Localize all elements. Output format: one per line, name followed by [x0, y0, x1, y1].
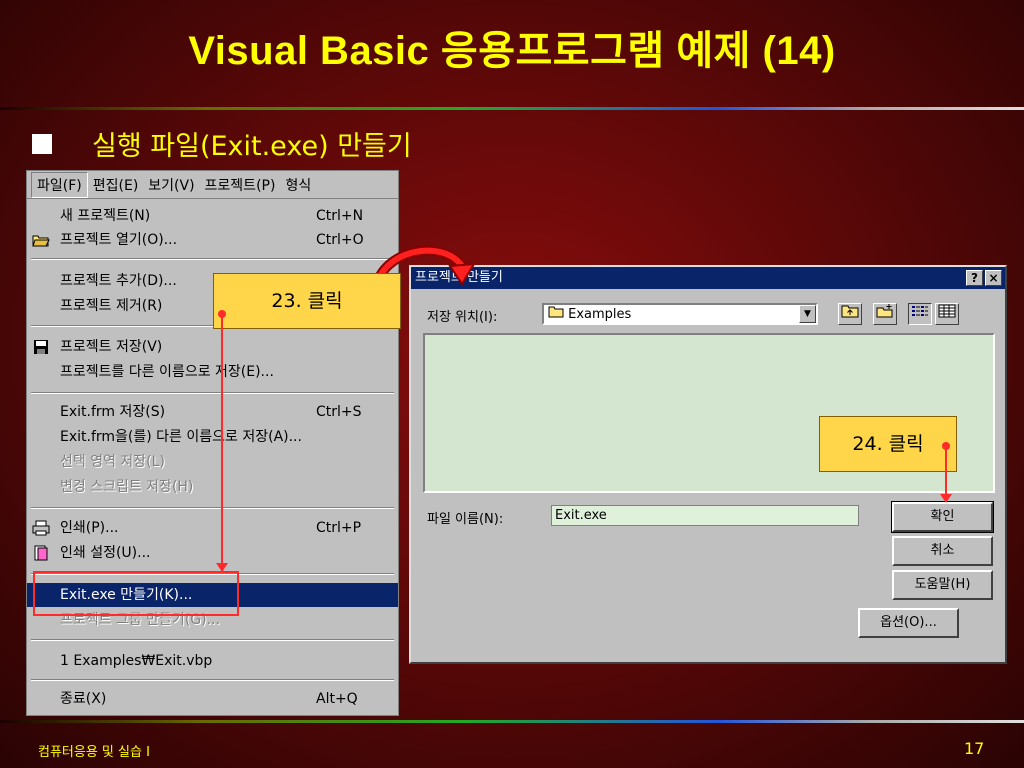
- menu-separator: [31, 258, 394, 260]
- list-view-button[interactable]: [908, 303, 932, 325]
- red-dot-24: [942, 442, 950, 450]
- ok-button[interactable]: 확인: [891, 501, 994, 533]
- details-view-icon: [938, 304, 956, 318]
- bottom-rule: [0, 720, 1024, 723]
- chevron-down-icon[interactable]: ▼: [799, 305, 816, 323]
- menu-item-label: 선택 영역 저장(L): [60, 454, 165, 470]
- menu-item-label: 종료(X): [60, 691, 107, 707]
- menu-item-label: Exit.frm 저장(S): [60, 404, 166, 420]
- slide-title: Visual Basic 응용프로그램 예제 (14): [188, 29, 836, 73]
- save-in-combo[interactable]: Examples ▼: [542, 303, 818, 325]
- red-dot-23: [218, 310, 226, 318]
- menu-item-print-setup[interactable]: 인쇄 설정(U)...: [27, 542, 398, 564]
- menu-item-label: 인쇄(P)...: [60, 520, 119, 536]
- menu-item-shortcut: Ctrl+N: [316, 208, 364, 224]
- menubar-edit[interactable]: 편집(E): [88, 173, 144, 197]
- up-folder-icon: [841, 305, 859, 318]
- red-connector-24: [945, 446, 947, 498]
- menu-item-save-project[interactable]: 프로젝트 저장(V): [27, 336, 398, 358]
- open-folder-icon: [32, 232, 50, 248]
- menu-item-label: 프로젝트 추가(D)...: [60, 273, 177, 289]
- details-view-button[interactable]: [935, 303, 959, 325]
- file-menu-panel: 파일(F) 편집(E) 보기(V) 프로젝트(P) 형식 새 프로젝트(N) C…: [26, 170, 399, 716]
- menu-item-shortcut: Ctrl+S: [316, 404, 362, 420]
- red-arrowhead-23: [216, 563, 228, 572]
- menu-item-save-selection: 선택 영역 저장(L): [27, 451, 398, 473]
- list-view-icon: [912, 306, 928, 316]
- red-connector-23: [221, 314, 223, 572]
- menu-separator: [31, 639, 394, 641]
- menu-separator: [31, 679, 394, 681]
- menu-item-label: 프로젝트 열기(O)...: [60, 232, 178, 248]
- bullet-square: [32, 134, 52, 154]
- folder-icon: [548, 305, 564, 324]
- red-arrowhead-24: [940, 494, 952, 503]
- menu-separator: [31, 507, 394, 509]
- filename-input[interactable]: Exit.exe: [551, 505, 859, 526]
- page-setup-icon: [32, 545, 50, 561]
- menubar-format[interactable]: 형식: [280, 173, 316, 197]
- printer-icon: [32, 520, 50, 536]
- callout-step-24: 24. 클릭: [819, 416, 957, 472]
- dialog-titlebar: 프로젝트 만들기 ? ×: [411, 267, 1005, 289]
- menu-item-shortcut: Ctrl+P: [316, 520, 362, 536]
- new-folder-icon: [876, 304, 893, 318]
- menu-item-exit[interactable]: 종료(X) Alt+Q: [27, 688, 398, 710]
- callout-step-23: 23. 클릭: [213, 273, 401, 329]
- cancel-button[interactable]: 취소: [892, 536, 993, 566]
- menu-item-label: 새 프로젝트(N): [60, 208, 151, 224]
- menubar-view[interactable]: 보기(V): [143, 173, 199, 197]
- menu-item-save-frm[interactable]: Exit.frm 저장(S) Ctrl+S: [27, 401, 398, 423]
- bullet-text: 실행 파일(Exit.exe) 만들기: [92, 131, 412, 162]
- save-in-value: Examples: [568, 307, 632, 322]
- top-rule: [0, 107, 1024, 110]
- menu-item-shortcut: Ctrl+O: [316, 232, 364, 248]
- menu-item-save-project-as[interactable]: 프로젝트를 다른 이름으로 저장(E)...: [27, 361, 398, 383]
- menu-item-shortcut: Alt+Q: [316, 691, 358, 707]
- menubar-file[interactable]: 파일(F): [31, 171, 88, 198]
- menu-item-open-project[interactable]: 프로젝트 열기(O)... Ctrl+O: [27, 229, 398, 251]
- menubar-project[interactable]: 프로젝트(P): [200, 173, 281, 197]
- menubar: 파일(F) 편집(E) 보기(V) 프로젝트(P) 형식: [27, 171, 398, 199]
- menu-item-label: 인쇄 설정(U)...: [60, 545, 151, 561]
- menu-item-recent-project[interactable]: 1 Examples₩Exit.vbp: [27, 650, 398, 672]
- save-disk-icon: [32, 339, 50, 355]
- close-title-button[interactable]: ×: [985, 270, 1002, 286]
- menu-item-print[interactable]: 인쇄(P)... Ctrl+P: [27, 517, 398, 539]
- menu-item-label: Exit.frm을(를) 다른 이름으로 저장(A)...: [60, 429, 302, 445]
- save-in-label: 저장 위치(I):: [427, 310, 498, 325]
- make-exe-highlight: [33, 571, 239, 616]
- help-title-button[interactable]: ?: [966, 270, 983, 286]
- menu-item-label: 프로젝트 저장(V): [60, 339, 163, 355]
- menu-item-label: 변경 스크립트 저장(H): [60, 479, 194, 495]
- menu-item-label: 프로젝트를 다른 이름으로 저장(E)...: [60, 364, 274, 380]
- menu-item-save-change-script: 변경 스크립트 저장(H): [27, 476, 398, 498]
- menu-item-save-frm-as[interactable]: Exit.frm을(를) 다른 이름으로 저장(A)...: [27, 426, 398, 448]
- new-folder-button[interactable]: [873, 303, 897, 325]
- page-number: 17: [964, 739, 985, 758]
- menu-separator: [31, 392, 394, 394]
- help-button[interactable]: 도움말(H): [892, 570, 993, 600]
- options-button[interactable]: 옵션(O)...: [858, 608, 959, 638]
- menu-item-new-project[interactable]: 새 프로젝트(N) Ctrl+N: [27, 205, 398, 227]
- menu-item-label: 1 Examples₩Exit.vbp: [60, 653, 213, 669]
- filename-label: 파일 이름(N):: [427, 512, 504, 527]
- menu-item-label: 프로젝트 제거(R): [60, 298, 163, 314]
- footer-course: 컴퓨터응용 및 실습 Ⅰ: [38, 745, 150, 760]
- up-folder-button[interactable]: [838, 303, 862, 325]
